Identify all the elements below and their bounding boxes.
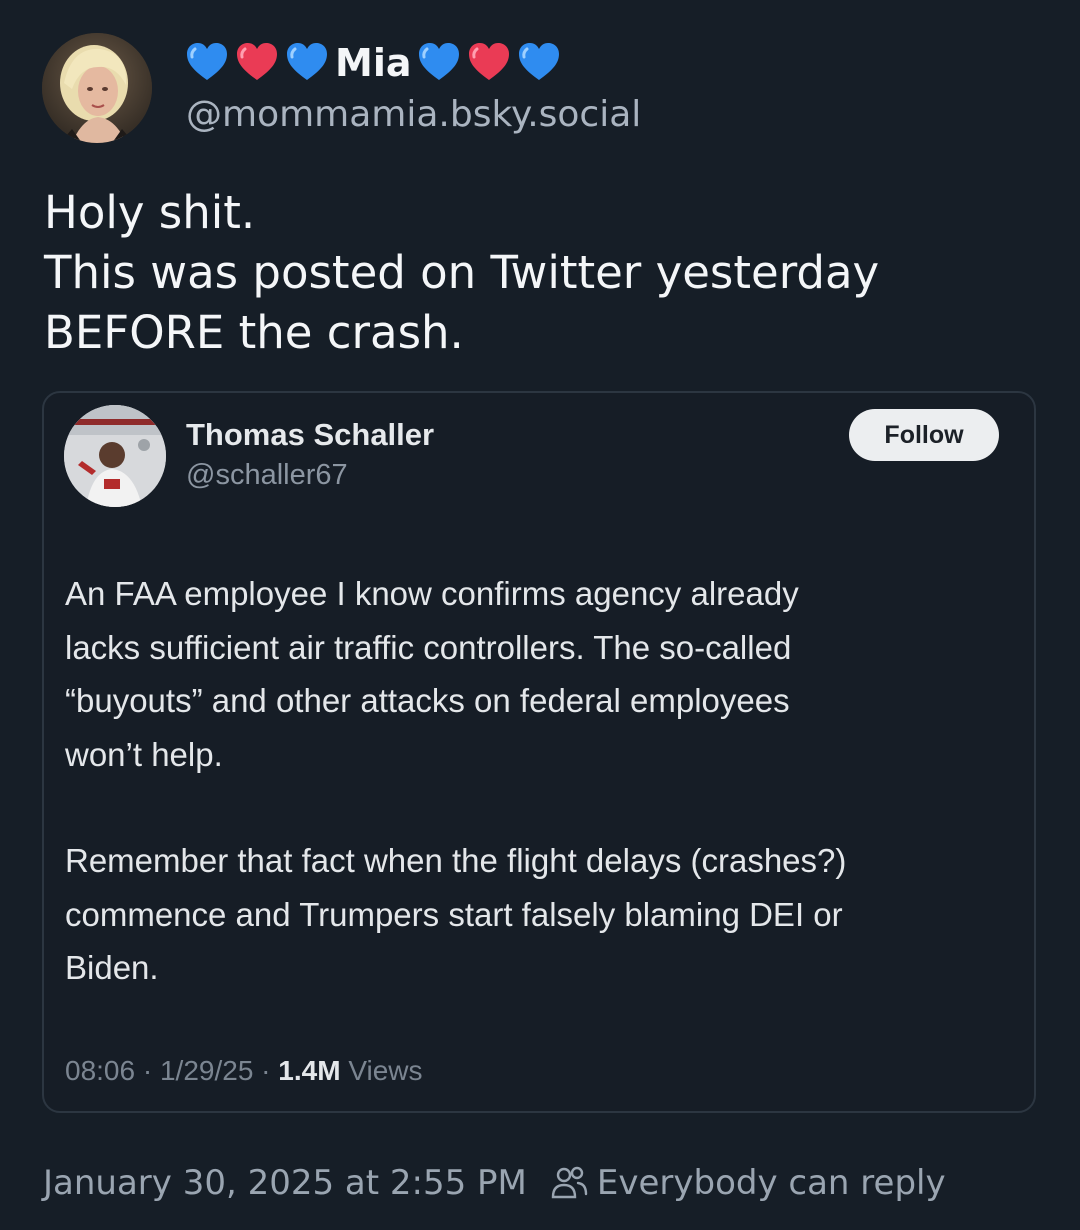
author-handle[interactable]: @mommamia.bsky.social: [186, 94, 641, 135]
embed-tweet-meta: 08:06 · 1/29/25 · 1.4M Views: [65, 1055, 423, 1087]
red-heart-icon: [467, 41, 511, 85]
display-name-text: Mia: [335, 41, 412, 85]
post: Mia @mommamia.bsky.social Holy shit. Thi…: [0, 0, 1080, 1230]
people-icon: [549, 1163, 589, 1203]
embed-text-line: won’t help.: [65, 735, 223, 773]
blue-heart-icon: [185, 41, 229, 85]
reply-setting[interactable]: Everybody can reply: [597, 1163, 946, 1203]
post-text-line: BEFORE the crash.: [44, 306, 464, 359]
views-label: Views: [348, 1055, 423, 1086]
embed-text-line: “buyouts” and other attacks on federal e…: [65, 682, 790, 719]
post-text: Holy shit. This was posted on Twitter ye…: [44, 183, 1044, 363]
post-footer: January 30, 2025 at 2:55 PM Everybody ca…: [43, 1163, 946, 1203]
embed-text-line: commence and Trumpers start falsely blam…: [65, 895, 843, 933]
blue-heart-icon: [285, 41, 329, 85]
follow-button: Follow: [849, 409, 999, 461]
meta-separator: ·: [142, 1055, 153, 1086]
embed-time: 08:06: [65, 1055, 136, 1086]
embed-author-handle: @schaller67: [186, 459, 348, 491]
views-count: 1.4M: [278, 1055, 341, 1086]
embed-author-avatar: [64, 405, 166, 507]
embed-tweet-text: An FAA employee I know confirms agency a…: [65, 567, 1015, 995]
embed-author-name: Thomas Schaller: [186, 417, 435, 452]
author-avatar[interactable]: [42, 33, 152, 143]
embed-text-line: Biden.: [65, 949, 159, 986]
embed-text-line: Remember that fact when the flight delay…: [65, 842, 847, 879]
meta-separator: ·: [261, 1055, 271, 1086]
post-text-line: This was posted on Twitter yesterday: [44, 246, 880, 299]
embed-text-line: lacks sufficient air traffic controllers…: [65, 628, 792, 666]
red-heart-icon: [235, 41, 279, 85]
embedded-image-card[interactable]: Thomas Schaller @schaller67 Follow An FA…: [42, 391, 1036, 1113]
post-timestamp[interactable]: January 30, 2025 at 2:55 PM: [43, 1163, 527, 1203]
blue-heart-icon: [517, 41, 561, 85]
blue-heart-icon: [417, 41, 461, 85]
post-text-line: Holy shit.: [44, 186, 256, 239]
embed-date: 1/29/25: [159, 1055, 254, 1086]
display-name[interactable]: Mia: [185, 36, 567, 90]
embed-text-line: An FAA employee I know confirms agency a…: [65, 575, 799, 612]
